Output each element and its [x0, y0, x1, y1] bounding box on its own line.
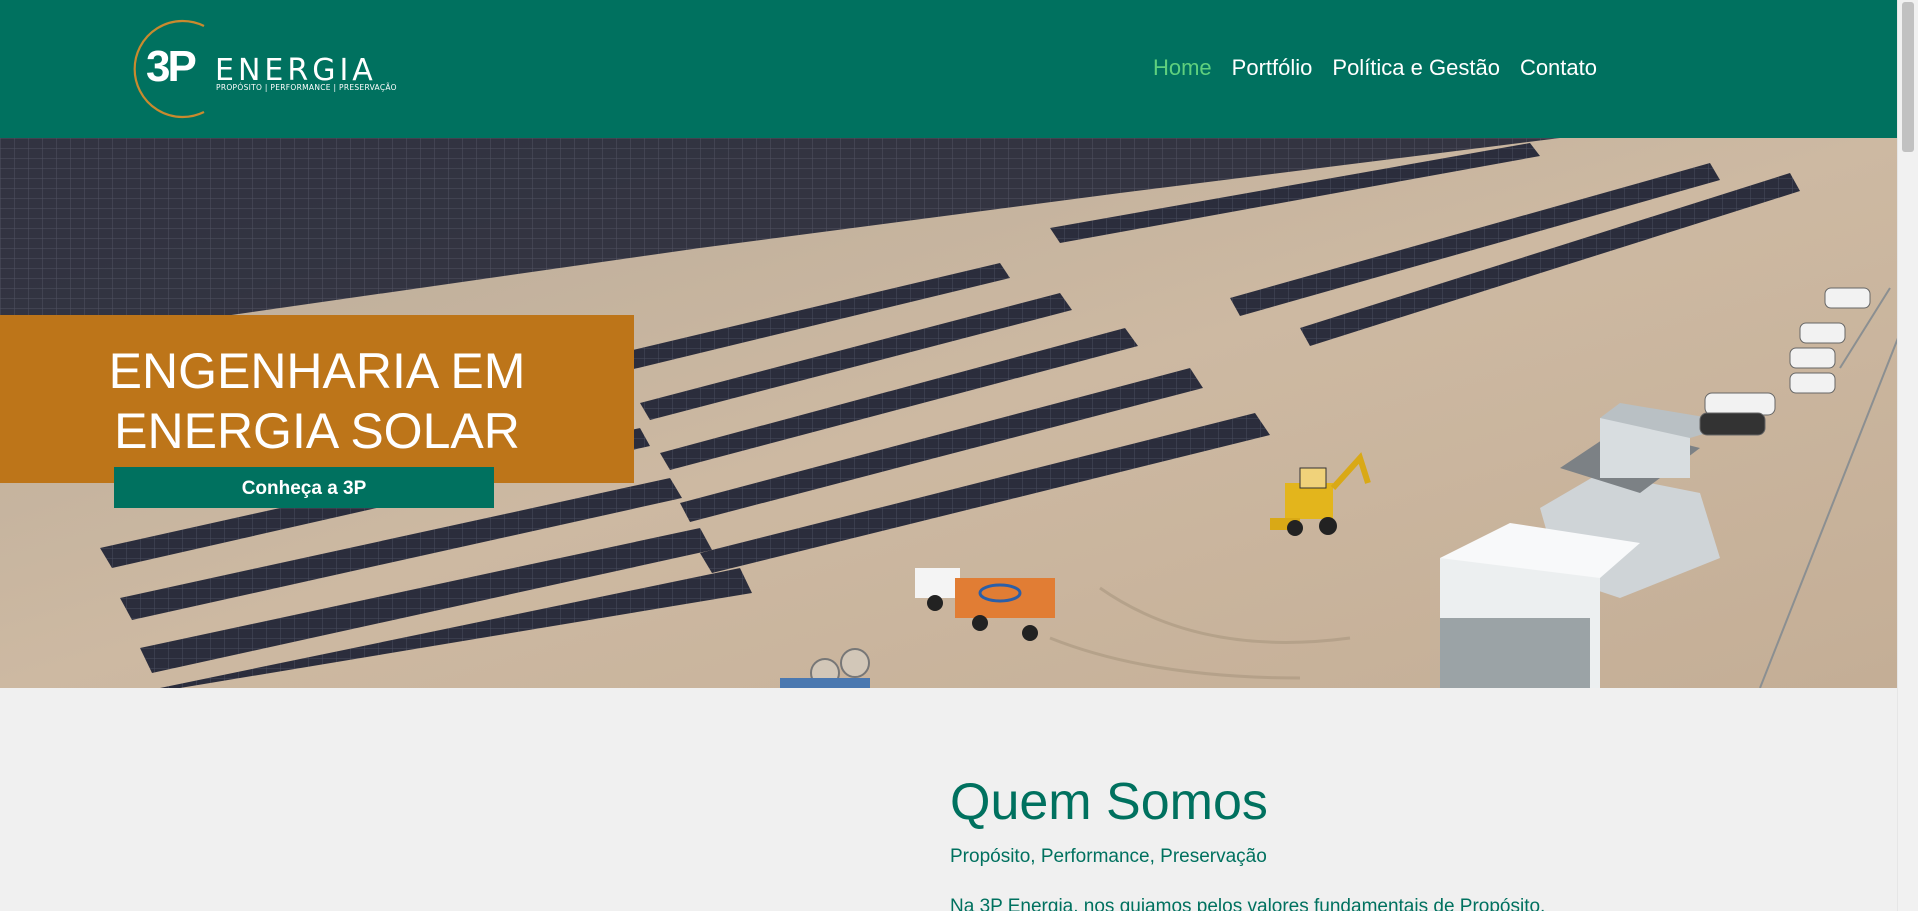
hero-title: ENGENHARIA EM ENERGIA SOLAR — [0, 341, 634, 461]
about-subtitle: Propósito, Performance, Preservação — [950, 846, 1267, 867]
hero-cta-button[interactable]: Conheça a 3P — [114, 467, 494, 508]
logo[interactable]: 3P ENERGIA PROPÓSITO | PERFORMANCE | PRE… — [122, 18, 397, 120]
hero-title-box: ENGENHARIA EM ENERGIA SOLAR — [0, 315, 634, 483]
about-title: Quem Somos — [950, 773, 1268, 831]
about-paragraph: Na 3P Energia, nos guiamos pelos valores… — [950, 896, 1546, 911]
nav-portfolio[interactable]: Portfólio — [1232, 52, 1313, 84]
site-header: 3P ENERGIA PROPÓSITO | PERFORMANCE | PRE… — [0, 0, 1898, 138]
scrollbar-thumb[interactable] — [1902, 2, 1914, 152]
logo-tagline: PROPÓSITO | PERFORMANCE | PRESERVAÇÃO — [216, 83, 397, 92]
hero-title-line-2: ENERGIA SOLAR — [114, 403, 520, 459]
about-section: Quem Somos Propósito, Performance, Prese… — [950, 770, 1650, 911]
hero-title-line-1: ENGENHARIA EM — [108, 343, 526, 399]
page: 3P ENERGIA PROPÓSITO | PERFORMANCE | PRE… — [0, 0, 1898, 911]
logo-name: ENERGIA — [215, 53, 377, 88]
nav-home[interactable]: Home — [1153, 52, 1212, 84]
page-scrollbar[interactable] — [1897, 0, 1918, 911]
main-nav: Home Portfólio Política e Gestão Contato — [1153, 52, 1597, 84]
hero-banner: ENGENHARIA EM ENERGIA SOLAR Conheça a 3P — [0, 138, 1898, 688]
nav-politica-gestao[interactable]: Política e Gestão — [1332, 52, 1500, 84]
logo-mark: 3P — [146, 42, 197, 91]
nav-contato[interactable]: Contato — [1520, 52, 1597, 84]
